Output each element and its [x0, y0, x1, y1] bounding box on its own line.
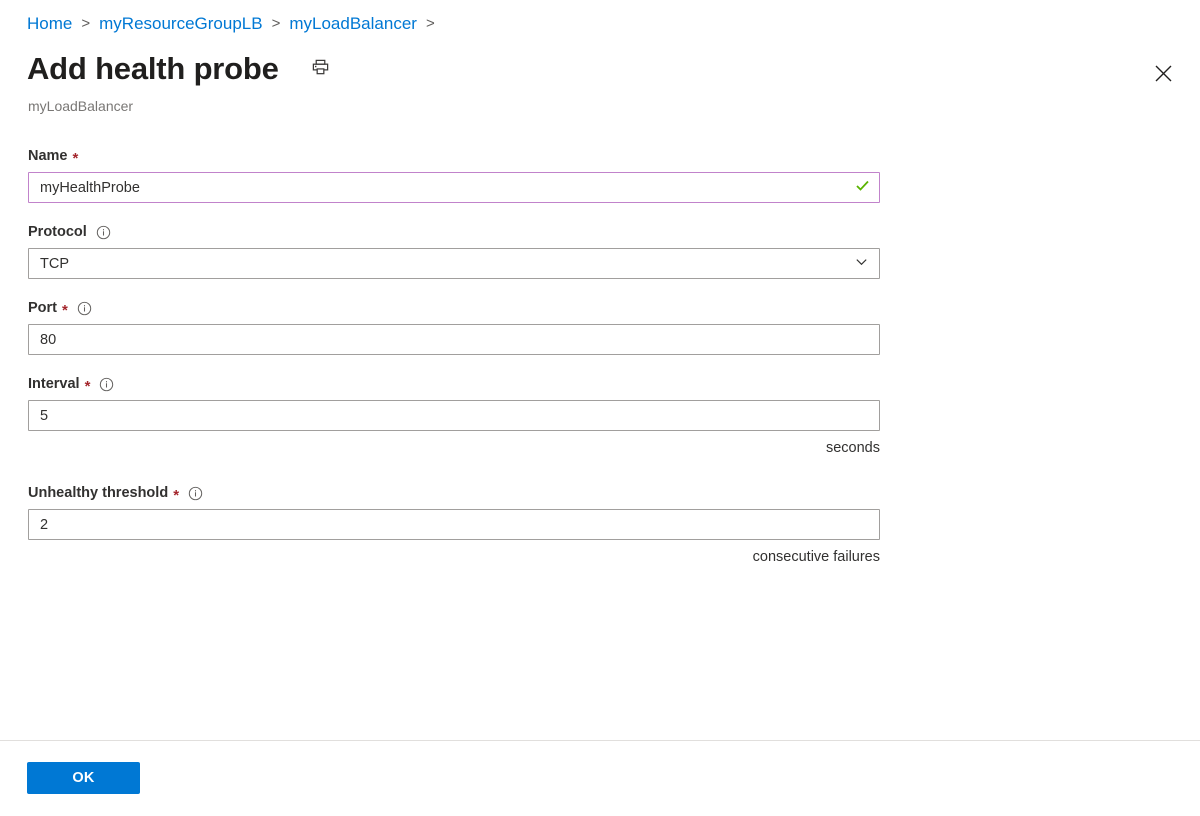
field-name: Name * [28, 146, 880, 203]
breadcrumb-item-home[interactable]: Home [27, 13, 72, 35]
printer-icon [311, 58, 330, 80]
port-input[interactable] [28, 324, 880, 355]
label-protocol: Protocol [28, 222, 880, 242]
page-header: Add health probe [27, 50, 336, 88]
protocol-select[interactable]: TCP [28, 248, 880, 279]
field-interval: Interval * seconds [28, 374, 880, 458]
label-port-text: Port [28, 300, 57, 316]
info-icon[interactable] [99, 377, 114, 392]
name-input[interactable] [28, 172, 880, 203]
required-indicator: * [62, 301, 68, 319]
health-probe-form: Name * Protocol TC [28, 146, 880, 586]
protocol-select-wrap: TCP [28, 248, 880, 279]
close-icon [1155, 65, 1172, 85]
breadcrumb-separator: > [81, 15, 91, 32]
field-protocol: Protocol TCP [28, 222, 880, 279]
unhealthy-threshold-unit-label: consecutive failures [752, 549, 880, 565]
print-button[interactable] [306, 54, 336, 84]
breadcrumb-separator: > [271, 15, 281, 32]
unhealthy-threshold-input[interactable] [28, 509, 880, 540]
required-indicator: * [173, 486, 180, 504]
interval-input-wrap [28, 400, 880, 431]
label-unhealthy-threshold: Unhealthy threshold * [28, 483, 880, 503]
breadcrumb-item-resource-group[interactable]: myResourceGroupLB [99, 13, 262, 35]
field-port: Port * [28, 298, 880, 355]
required-indicator: * [72, 149, 79, 167]
port-input-wrap [28, 324, 880, 355]
name-input-wrap [28, 172, 880, 203]
label-protocol-text: Protocol [28, 224, 87, 240]
label-port: Port * [28, 298, 880, 318]
interval-unit-label: seconds [825, 440, 880, 456]
info-icon[interactable] [96, 225, 111, 240]
field-unhealthy-threshold: Unhealthy threshold * consecutive failur… [28, 483, 880, 567]
breadcrumb-separator-trailing: > [425, 15, 435, 32]
info-icon[interactable] [188, 486, 203, 501]
ok-button[interactable]: OK [27, 762, 140, 794]
breadcrumb-item-load-balancer[interactable]: myLoadBalancer [289, 13, 417, 35]
label-unhealthy-threshold-text: Unhealthy threshold [28, 485, 169, 501]
required-indicator: * [84, 377, 91, 395]
label-name: Name * [28, 146, 880, 166]
close-button[interactable] [1146, 58, 1180, 92]
page-subtitle: myLoadBalancer [28, 98, 134, 114]
protocol-selected-value: TCP [40, 255, 69, 272]
info-icon[interactable] [77, 301, 92, 316]
footer-divider [0, 740, 1200, 741]
label-name-text: Name [28, 148, 68, 164]
page-title: Add health probe [27, 51, 279, 86]
breadcrumb: Home > myResourceGroupLB > myLoadBalance… [27, 13, 444, 35]
interval-input[interactable] [28, 400, 880, 431]
label-interval-text: Interval [28, 376, 80, 392]
unhealthy-threshold-input-wrap [28, 509, 880, 540]
label-interval: Interval * [28, 374, 880, 394]
